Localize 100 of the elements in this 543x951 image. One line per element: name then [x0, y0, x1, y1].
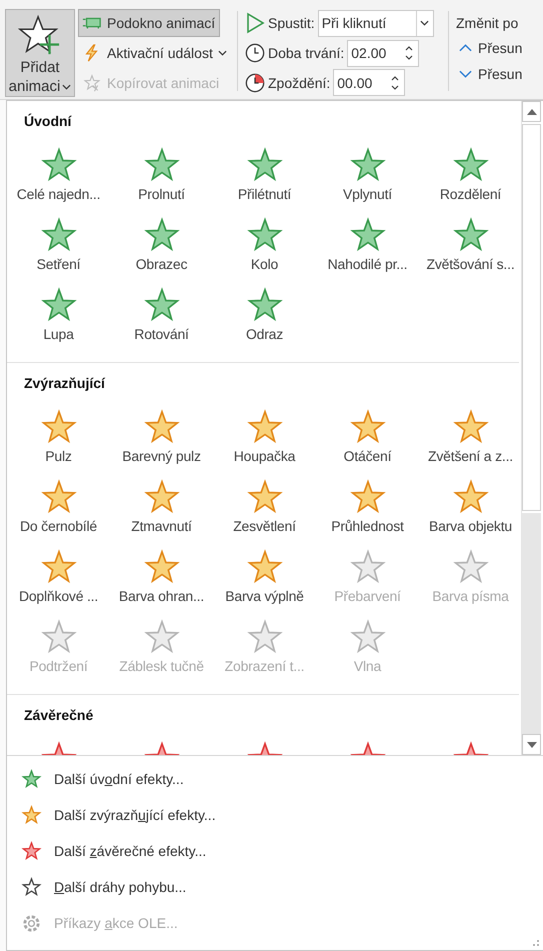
- star-icon: [142, 478, 180, 516]
- move-later-button[interactable]: Přesun: [456, 65, 524, 83]
- star-icon: [142, 146, 180, 184]
- triangle-down-icon: [526, 742, 536, 748]
- start-label: Spustit:: [268, 15, 315, 32]
- effect-item[interactable]: Rozdělení: [419, 140, 521, 210]
- star-icon: [142, 286, 180, 324]
- effect-item[interactable]: Průhlednost: [316, 472, 419, 542]
- spin-arrows-icon: [391, 74, 400, 91]
- star-icon: [40, 548, 78, 586]
- star-icon: [348, 618, 386, 656]
- scroll-down-button[interactable]: [522, 734, 541, 755]
- effect-item[interactable]: Ztmavnutí: [110, 472, 213, 542]
- star-icon: [348, 408, 386, 446]
- effect-item[interactable]: Barva ohran...: [110, 542, 213, 612]
- scroll-up-button[interactable]: [522, 101, 541, 122]
- effect-item[interactable]: Obrazec: [110, 210, 213, 280]
- star-brush-icon: [82, 74, 102, 92]
- chevron-down-icon: [218, 50, 227, 56]
- star-icon: [348, 216, 386, 254]
- star-icon: [40, 408, 78, 446]
- effect-item[interactable]: Vplynutí: [316, 140, 419, 210]
- star-icon: [40, 478, 78, 516]
- star-icon: [246, 478, 284, 516]
- star-icon: [348, 548, 386, 586]
- effect-item[interactable]: Rotování: [110, 280, 213, 350]
- effect-item[interactable]: Zesvětlení: [213, 472, 316, 542]
- duration-label: Doba trvání:: [268, 45, 344, 61]
- effect-item[interactable]: Barva výplně: [213, 542, 316, 612]
- effect-item[interactable]: Kolo: [213, 210, 316, 280]
- star-icon: [452, 408, 490, 446]
- effect-item[interactable]: Doplňkové ...: [7, 542, 110, 612]
- delay-field[interactable]: 00.00: [333, 69, 406, 96]
- star-icon: [142, 548, 180, 586]
- spin-arrows-icon: [405, 45, 414, 61]
- section-heading: Závěrečné: [23, 706, 94, 725]
- star-icon: [142, 408, 180, 446]
- star-icon: [40, 216, 78, 254]
- star-icon: [21, 804, 42, 826]
- reorder-title: Změnit po: [456, 15, 520, 31]
- star-plus-icon: [18, 14, 62, 56]
- menu-item[interactable]: Další závěrečné efekty...: [7, 833, 208, 869]
- effect-item[interactable]: Odraz: [213, 280, 316, 350]
- effect-item[interactable]: Barevný pulz: [110, 402, 213, 472]
- effect-item[interactable]: Celé najedn...: [7, 140, 110, 210]
- effect-item[interactable]: Zvětšení a z...: [419, 402, 521, 472]
- effect-item[interactable]: Přilétnutí: [213, 140, 316, 210]
- star-icon: [40, 146, 78, 184]
- effect-item[interactable]: Zvětšování s...: [419, 210, 521, 280]
- chevron-down-icon: [62, 84, 72, 90]
- menu-item[interactable]: Další zvýrazňující efekty...: [7, 797, 217, 833]
- play-icon: [245, 12, 265, 34]
- gear-icon: [21, 912, 42, 934]
- effect-item[interactable]: Barva objektu: [419, 472, 521, 542]
- star-icon: [246, 146, 284, 184]
- star-icon: [21, 876, 42, 898]
- start-dropdown[interactable]: Při kliknutí: [318, 10, 434, 37]
- move-earlier-button[interactable]: Přesun: [456, 39, 524, 57]
- star-icon: [246, 548, 284, 586]
- trigger-button[interactable]: Aktivační událost: [78, 39, 232, 67]
- star-icon: [452, 146, 490, 184]
- star-icon: [21, 768, 42, 790]
- star-icon: [246, 286, 284, 324]
- star-icon: [246, 618, 284, 656]
- delay-label: Zpoždění:: [268, 74, 330, 91]
- effect-item[interactable]: Setření: [7, 210, 110, 280]
- animation-pane-button[interactable]: Podokno animací: [78, 9, 220, 37]
- menu-item[interactable]: Další dráhy pohybu...: [7, 869, 188, 905]
- effect-item[interactable]: Houpačka: [213, 402, 316, 472]
- effect-item[interactable]: Nahodilé pr...: [316, 210, 419, 280]
- star-icon: [348, 478, 386, 516]
- chevron-down-icon: [420, 20, 430, 26]
- triangle-up-icon: [526, 108, 536, 114]
- section-heading: Úvodní: [23, 112, 73, 131]
- star-icon: [21, 840, 42, 862]
- star-icon: [452, 478, 490, 516]
- star-icon: [452, 216, 490, 254]
- chevron-down-icon: [459, 70, 472, 78]
- star-icon: [40, 618, 78, 656]
- menu-item[interactable]: Další úvodní efekty...: [7, 761, 185, 797]
- scrollbar-thumb[interactable]: [522, 124, 541, 511]
- star-icon: [142, 216, 180, 254]
- star-icon: [452, 548, 490, 586]
- effect-item[interactable]: Otáčení: [316, 402, 419, 472]
- effect-item[interactable]: Pulz: [7, 402, 110, 472]
- clock-icon: [245, 42, 265, 64]
- duration-field[interactable]: 02.00: [347, 40, 420, 66]
- add-animation-button[interactable]: Přidat animaci: [5, 9, 75, 97]
- star-icon: [142, 618, 180, 656]
- clock-icon: [245, 72, 265, 94]
- resize-grip-icon[interactable]: [532, 939, 540, 947]
- chevron-up-icon: [459, 44, 472, 52]
- effect-item[interactable]: Do černobílé: [7, 472, 110, 542]
- effect-item[interactable]: Lupa: [7, 280, 110, 350]
- effect-item[interactable]: Prolnutí: [110, 140, 213, 210]
- star-icon: [40, 286, 78, 324]
- section-heading: Zvýrazňující: [23, 374, 106, 393]
- star-icon: [246, 216, 284, 254]
- star-icon: [246, 408, 284, 446]
- star-icon: [348, 146, 386, 184]
